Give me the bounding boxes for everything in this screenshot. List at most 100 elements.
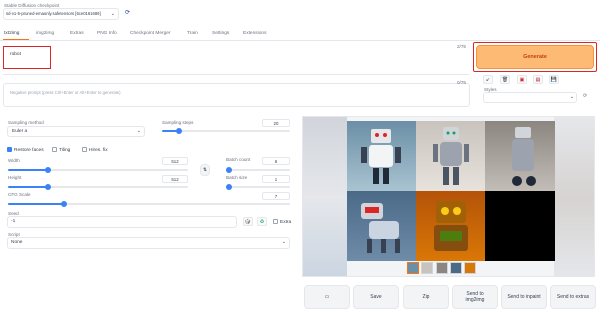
batch-count-input[interactable]: 6	[262, 157, 290, 165]
cfg-scale-input[interactable]: 7	[262, 192, 290, 200]
hires-fix-label: Hires. fix	[89, 147, 108, 153]
slider-fill	[8, 203, 65, 205]
cfg-scale-slider[interactable]	[8, 201, 290, 207]
generate-button[interactable]: Generate	[476, 45, 594, 69]
thumbnail-5[interactable]	[464, 262, 476, 274]
robot-graphic	[361, 129, 401, 184]
send-to-extras-button[interactable]: Send to extras	[550, 285, 596, 309]
slider-handle[interactable]	[61, 201, 68, 207]
batch-size-slider[interactable]	[226, 184, 290, 190]
restore-faces-label: Restore faces	[14, 147, 44, 153]
tab-extensions[interactable]: Extensions	[243, 31, 266, 36]
zip-button[interactable]: Zip	[403, 285, 449, 309]
negative-prompt-placeholder: Negative prompt (press Ctrl+Enter or Alt…	[10, 90, 121, 95]
thumbnail-1[interactable]	[407, 262, 419, 274]
height-input[interactable]: 512	[162, 175, 188, 183]
robot-graphic	[433, 127, 469, 185]
tiling-checkbox[interactable]: Tiling	[52, 147, 70, 153]
robot-graphic	[434, 201, 468, 251]
open-folder-button[interactable]: ▭	[304, 285, 350, 309]
recycle-icon[interactable]: ♻	[257, 217, 267, 226]
slider-handle[interactable]	[44, 167, 51, 173]
negative-prompt-textarea[interactable]: Negative prompt (press Ctrl+Enter or Alt…	[3, 83, 470, 107]
send-to-inpaint-button[interactable]: Send to inpaint	[501, 285, 547, 309]
image-gallery	[302, 116, 595, 277]
slider-fill	[8, 169, 48, 171]
seed-input[interactable]: -1	[7, 216, 237, 228]
folder-icon[interactable]: ▤	[533, 75, 543, 84]
sampling-steps-input[interactable]: 20	[262, 119, 290, 127]
chevron-down-icon: ⌄	[110, 11, 115, 17]
refresh-icon[interactable]: ⟳	[125, 9, 130, 16]
sampling-steps-slider[interactable]	[162, 128, 290, 134]
seed-value: -1	[11, 219, 16, 224]
robot-image-5[interactable]	[416, 191, 485, 261]
tab-img2img[interactable]: img2img	[36, 31, 54, 36]
sampling-method-label: Sampling method	[8, 120, 44, 125]
batch-count-slider[interactable]	[226, 167, 290, 173]
gallery-blurred-background	[554, 117, 594, 276]
dice-icon[interactable]: 🎲	[243, 217, 253, 226]
robot-graphic	[361, 203, 400, 253]
robot-image-2[interactable]	[416, 121, 485, 191]
robot-graphic	[512, 127, 536, 186]
batch-size-label: Batch size	[226, 175, 248, 180]
tab-settings[interactable]: Settings	[212, 31, 229, 36]
checkpoint-value: sd-v1-5-pruned-emaonly.safetensors [6ce0…	[6, 11, 101, 16]
swap-icon[interactable]: ⇅	[200, 164, 210, 176]
save-style-icon[interactable]: 💾	[549, 75, 559, 84]
width-slider[interactable]	[8, 167, 188, 173]
extra-label: Extra	[280, 219, 292, 225]
slider-fill	[8, 186, 48, 188]
width-input[interactable]: 512	[162, 157, 188, 165]
height-label: Height	[8, 175, 22, 180]
checkbox-box	[82, 147, 87, 152]
tab-train[interactable]: Train	[187, 31, 198, 36]
folder-icon: ▭	[324, 293, 330, 300]
save-button[interactable]: Save	[353, 285, 399, 309]
sampling-method-dropdown[interactable]: Euler a ⌄	[7, 126, 145, 137]
sampling-method-value: Euler a	[12, 129, 28, 134]
slider-handle[interactable]	[226, 184, 232, 190]
sampling-steps-label: Sampling steps	[162, 120, 194, 125]
tiling-label: Tiling	[59, 147, 71, 153]
hires-fix-checkbox[interactable]: Hires. fix	[82, 147, 108, 153]
gallery-main-image[interactable]	[347, 121, 555, 261]
robot-image-3[interactable]	[485, 121, 555, 191]
height-slider[interactable]	[8, 184, 188, 190]
checkpoint-dropdown[interactable]: sd-v1-5-pruned-emaonly.safetensors [6ce0…	[3, 8, 119, 20]
width-label: Width	[8, 158, 20, 163]
prompt-textarea[interactable]: robot	[3, 44, 470, 72]
slider-handle[interactable]	[175, 128, 182, 134]
refresh-icon[interactable]: ⟳	[583, 93, 587, 99]
slider-handle[interactable]	[44, 184, 51, 190]
chevron-down-icon: ⌄	[281, 239, 286, 245]
robot-image-4[interactable]	[347, 191, 416, 261]
batch-size-input[interactable]: 1	[262, 175, 290, 183]
paste-icon[interactable]: ↙	[483, 75, 493, 84]
checkbox-box	[52, 147, 57, 152]
chevron-down-icon: ⌄	[136, 128, 141, 134]
tab-txt2img[interactable]: txt2img	[4, 31, 19, 36]
tab-extras[interactable]: Extras	[70, 31, 84, 36]
slider-handle[interactable]	[226, 167, 233, 173]
prompt-underline	[3, 74, 469, 75]
thumbnail-2[interactable]	[421, 262, 433, 274]
extra-checkbox[interactable]: Extra	[273, 219, 291, 225]
script-dropdown[interactable]: None ⌄	[7, 237, 290, 249]
style-apply-icon[interactable]: ▣	[517, 75, 527, 84]
robot-image-1[interactable]	[347, 121, 416, 191]
negative-token-counter: 0/75	[457, 80, 466, 85]
checkbox-box	[273, 219, 278, 224]
trash-icon[interactable]: 🗑	[500, 75, 510, 84]
tabs-divider	[0, 40, 600, 41]
batch-count-label: Batch count	[226, 157, 251, 162]
tab-checkpoint-merger[interactable]: Checkpoint Merger	[130, 31, 171, 36]
checkbox-box	[7, 147, 12, 152]
tab-png-info[interactable]: PNG Info	[97, 31, 117, 36]
thumbnail-4[interactable]	[450, 262, 462, 274]
styles-dropdown[interactable]: ⌄	[483, 92, 577, 103]
send-to-img2img-button[interactable]: Send to img2img	[452, 285, 498, 309]
restore-faces-checkbox[interactable]: Restore faces	[7, 147, 44, 153]
thumbnail-3[interactable]	[436, 262, 448, 274]
